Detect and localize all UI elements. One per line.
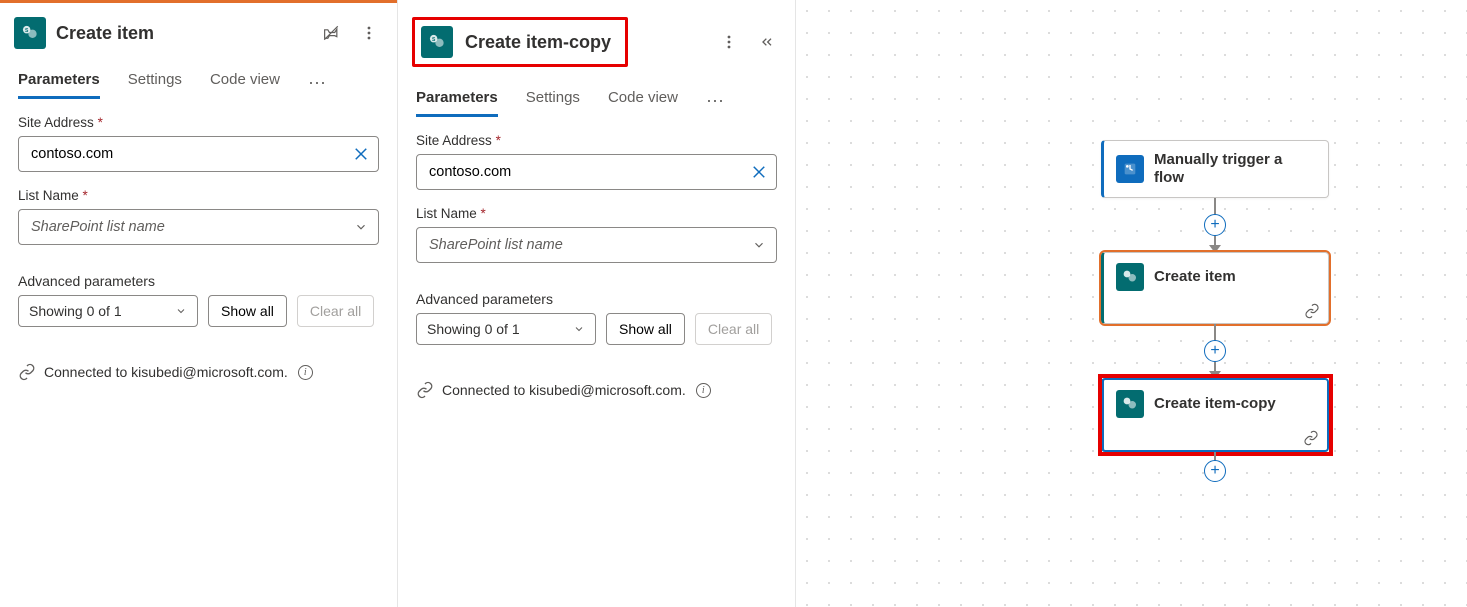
advanced-label: Advanced parameters [416,291,777,307]
clear-all-button: Clear all [695,313,772,345]
node-create-item-title: Create item [1154,268,1236,286]
required-mark: * [481,206,486,221]
add-step-button[interactable]: + [1204,460,1226,482]
list-name-label: List Name * [18,188,379,203]
chevron-down-icon[interactable] [351,217,371,237]
link-icon [1303,430,1319,446]
list-name-label-text: List Name [18,188,79,203]
node-trigger[interactable]: Manually trigger a flow [1101,140,1329,198]
tab-codeview[interactable]: Code view [608,89,678,117]
panel1-tabs: Parameters Settings Code view ··· [0,57,397,99]
tab-codeview[interactable]: Code view [210,71,280,99]
link-icon [18,363,36,381]
panel2-title: Create item-copy [465,32,611,53]
tab-settings[interactable]: Settings [526,89,580,117]
advanced-summary-text: Showing 0 of 1 [29,303,122,319]
site-address-label-text: Site Address [18,115,94,130]
tab-overflow[interactable]: ··· [706,90,724,117]
site-address-input[interactable] [18,136,379,172]
show-all-button[interactable]: Show all [208,295,287,327]
clear-input-icon[interactable] [351,144,371,164]
chevron-down-icon[interactable] [749,235,769,255]
clear-all-button: Clear all [297,295,374,327]
tab-settings[interactable]: Settings [128,71,182,99]
advanced-summary-text: Showing 0 of 1 [427,321,520,337]
unpin-button[interactable] [317,19,345,47]
advanced-summary-select[interactable]: Showing 0 of 1 [416,313,596,345]
flow-column: Manually trigger a flow + Create item [1101,140,1329,486]
clear-input-icon[interactable] [749,162,769,182]
panel1-more-button[interactable] [355,19,383,47]
list-name-select[interactable]: SharePoint list name [416,227,777,263]
connected-text: Connected to kisubedi@microsoft.com. [44,364,288,380]
flow-canvas[interactable]: Manually trigger a flow + Create item [796,0,1467,607]
add-step-button[interactable]: + [1204,214,1226,236]
connection-info: Connected to kisubedi@microsoft.com. i [0,327,397,381]
app-root: S Create item Parameters Settings Code v… [0,0,1467,607]
left-panel: S Create item Parameters Settings Code v… [0,0,398,607]
connected-text: Connected to kisubedi@microsoft.com. [442,382,686,398]
tab-parameters[interactable]: Parameters [18,71,100,99]
node-trigger-title: Manually trigger a flow [1154,151,1316,187]
panel2-form: Site Address * List Name * SharePoint li… [398,117,795,345]
site-address-label: Site Address * [416,133,777,148]
sharepoint-icon [1116,390,1144,418]
advanced-label: Advanced parameters [18,273,379,289]
tab-overflow[interactable]: ··· [308,72,326,99]
chevron-down-icon [569,319,589,339]
panel1-form: Site Address * List Name * SharePoint li… [0,99,397,327]
trigger-icon [1116,155,1144,183]
list-name-label-text: List Name [416,206,477,221]
link-icon [416,381,434,399]
show-all-button[interactable]: Show all [606,313,685,345]
site-address-label: Site Address * [18,115,379,130]
site-address-label-text: Site Address [416,133,492,148]
tab-parameters[interactable]: Parameters [416,89,498,117]
node-create-item[interactable]: Create item [1101,252,1329,324]
list-name-label: List Name * [416,206,777,221]
info-icon[interactable]: i [696,383,711,398]
connection-info: Connected to kisubedi@microsoft.com. i [398,345,795,399]
highlight-box: S Create item-copy [412,17,628,67]
sharepoint-icon: S [421,26,453,58]
right-panel: S Create item-copy Parameters Settings C… [398,0,796,607]
node-create-item-copy[interactable]: Create item-copy [1101,378,1329,452]
panel2-more-button[interactable] [715,28,743,56]
required-mark: * [83,188,88,203]
chevron-down-icon [171,301,191,321]
collapse-button[interactable] [753,28,781,56]
panel1-header: S Create item [0,3,397,57]
info-icon[interactable]: i [298,365,313,380]
panel2-tabs: Parameters Settings Code view ··· [398,75,795,117]
link-icon [1304,303,1320,319]
sharepoint-icon [1116,263,1144,291]
required-mark: * [496,133,501,148]
sharepoint-icon: S [14,17,46,49]
add-step-button[interactable]: + [1204,340,1226,362]
site-address-input[interactable] [416,154,777,190]
panel1-title: Create item [56,23,307,44]
required-mark: * [98,115,103,130]
panel2-header: S Create item-copy [398,3,795,75]
advanced-summary-select[interactable]: Showing 0 of 1 [18,295,198,327]
list-name-select[interactable]: SharePoint list name [18,209,379,245]
node-create-item-copy-title: Create item-copy [1154,395,1276,413]
